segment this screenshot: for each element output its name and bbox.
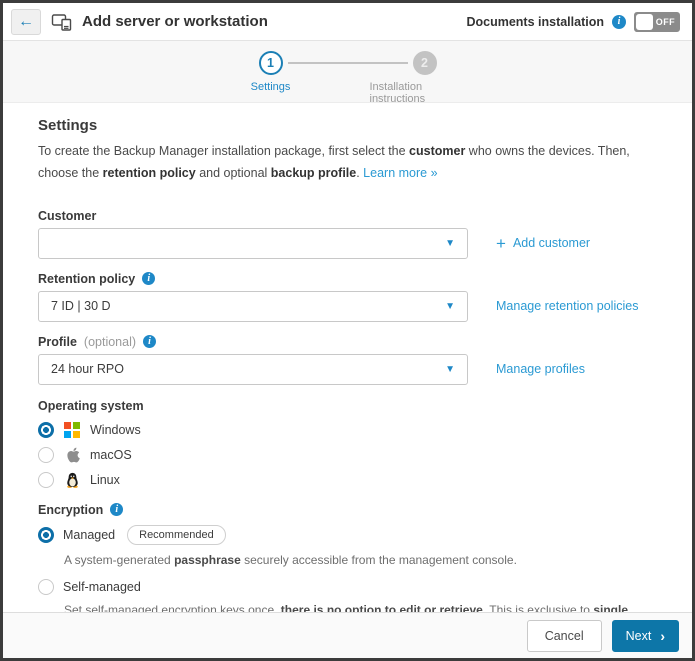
- profile-optional-text: (optional): [84, 335, 136, 349]
- radio-unselected[interactable]: [38, 447, 54, 463]
- desc-bold: single: [593, 603, 628, 612]
- step-installation-instructions[interactable]: 2 Installation instructions: [370, 51, 480, 105]
- step-settings[interactable]: 1 Settings: [216, 51, 326, 93]
- retention-policy-value: 7 ID | 30 D: [51, 299, 445, 313]
- step-2-label: Installation instructions: [370, 81, 480, 105]
- step-1-circle: 1: [259, 51, 283, 75]
- encryption-label-text: Encryption: [38, 503, 103, 517]
- encryption-option-self-managed[interactable]: Self-managed: [38, 579, 657, 595]
- radio-selected[interactable]: [38, 527, 54, 543]
- retention-policy-select[interactable]: 7 ID | 30 D ▼: [38, 291, 468, 322]
- os-option-label: Linux: [90, 473, 120, 487]
- learn-more-link[interactable]: Learn more »: [363, 166, 437, 180]
- managed-description: A system-generated passphrase securely a…: [64, 551, 657, 569]
- os-option-label: macOS: [90, 448, 132, 462]
- desc-seg: Set self-managed encryption keys once,: [64, 603, 281, 612]
- step-2-circle: 2: [413, 51, 437, 75]
- radio-selected[interactable]: [38, 422, 54, 438]
- plus-icon: +: [496, 235, 506, 252]
- intro-seg: To create the Backup Manager installatio…: [38, 144, 409, 158]
- next-button[interactable]: Next ›: [612, 620, 679, 652]
- section-heading: Settings: [38, 117, 657, 134]
- customer-select[interactable]: ▼: [38, 228, 468, 259]
- os-option-linux[interactable]: Linux: [38, 471, 657, 489]
- intro-bold: customer: [409, 144, 465, 158]
- settings-form: Settings To create the Backup Manager in…: [3, 103, 692, 612]
- info-icon[interactable]: i: [143, 335, 156, 348]
- desc-seg: securely accessible from the management …: [241, 553, 517, 567]
- intro-text: To create the Backup Manager installatio…: [38, 141, 657, 185]
- chevron-down-icon: ▼: [445, 301, 455, 312]
- self-managed-label: Self-managed: [63, 580, 141, 594]
- encryption-option-managed[interactable]: Managed Recommended: [38, 525, 657, 545]
- encryption-label: Encryption i: [38, 503, 657, 517]
- windows-logo-icon: [63, 421, 81, 439]
- self-managed-description: Set self-managed encryption keys once, t…: [64, 601, 657, 612]
- os-option-macos[interactable]: macOS: [38, 446, 657, 464]
- os-option-label: Windows: [90, 423, 141, 437]
- next-button-label: Next: [626, 629, 652, 643]
- toggle-state-label: OFF: [656, 17, 675, 27]
- footer: Cancel Next ›: [3, 612, 692, 658]
- customer-label: Customer: [38, 209, 657, 223]
- apple-logo-icon: [63, 446, 81, 464]
- desc-seg: . This is exclusive to: [483, 603, 593, 612]
- documents-installation-label: Documents installation: [466, 15, 604, 29]
- intro-bold: retention policy: [103, 166, 196, 180]
- retention-policy-label: Retention policy i: [38, 272, 657, 286]
- info-icon[interactable]: i: [110, 503, 123, 516]
- desc-seg: A system-generated: [64, 553, 174, 567]
- managed-label: Managed: [63, 528, 115, 542]
- desc-bold: there is no option to edit or retrieve: [281, 603, 483, 612]
- retention-policy-label-text: Retention policy: [38, 272, 135, 286]
- header: ← Add server or workstation Documents in…: [3, 3, 692, 41]
- chevron-right-icon: ›: [660, 629, 665, 643]
- stepper: 1 Settings 2 Installation instructions: [3, 41, 692, 103]
- workstation-icon: [51, 12, 73, 32]
- step-1-label: Settings: [251, 81, 291, 93]
- os-option-windows[interactable]: Windows: [38, 421, 657, 439]
- intro-seg: and optional: [196, 166, 271, 180]
- profile-select[interactable]: 24 hour RPO ▼: [38, 354, 468, 385]
- operating-system-label: Operating system: [38, 399, 657, 413]
- radio-unselected[interactable]: [38, 579, 54, 595]
- profile-label-text: Profile: [38, 335, 77, 349]
- add-server-dialog: ← Add server or workstation Documents in…: [0, 0, 695, 661]
- recommended-badge: Recommended: [127, 525, 226, 545]
- linux-tux-icon: [63, 471, 81, 489]
- info-icon[interactable]: i: [612, 15, 626, 29]
- manage-retention-policies-link[interactable]: Manage retention policies: [496, 299, 638, 313]
- manage-profiles-link[interactable]: Manage profiles: [496, 362, 585, 376]
- add-customer-link[interactable]: Add customer: [513, 236, 590, 250]
- info-icon[interactable]: i: [142, 272, 155, 285]
- header-right: Documents installation i OFF: [466, 12, 680, 32]
- intro-bold: backup profile: [271, 166, 356, 180]
- profile-label: Profile (optional) i: [38, 335, 657, 349]
- chevron-down-icon: ▼: [445, 238, 455, 249]
- desc-bold: passphrase: [174, 553, 241, 567]
- documents-installation-toggle[interactable]: OFF: [634, 12, 680, 32]
- chevron-down-icon: ▼: [445, 364, 455, 375]
- profile-value: 24 hour RPO: [51, 362, 445, 376]
- cancel-button[interactable]: Cancel: [527, 620, 602, 652]
- toggle-knob: [636, 14, 653, 30]
- radio-unselected[interactable]: [38, 472, 54, 488]
- page-title: Add server or workstation: [82, 13, 466, 30]
- back-button[interactable]: ←: [11, 9, 41, 35]
